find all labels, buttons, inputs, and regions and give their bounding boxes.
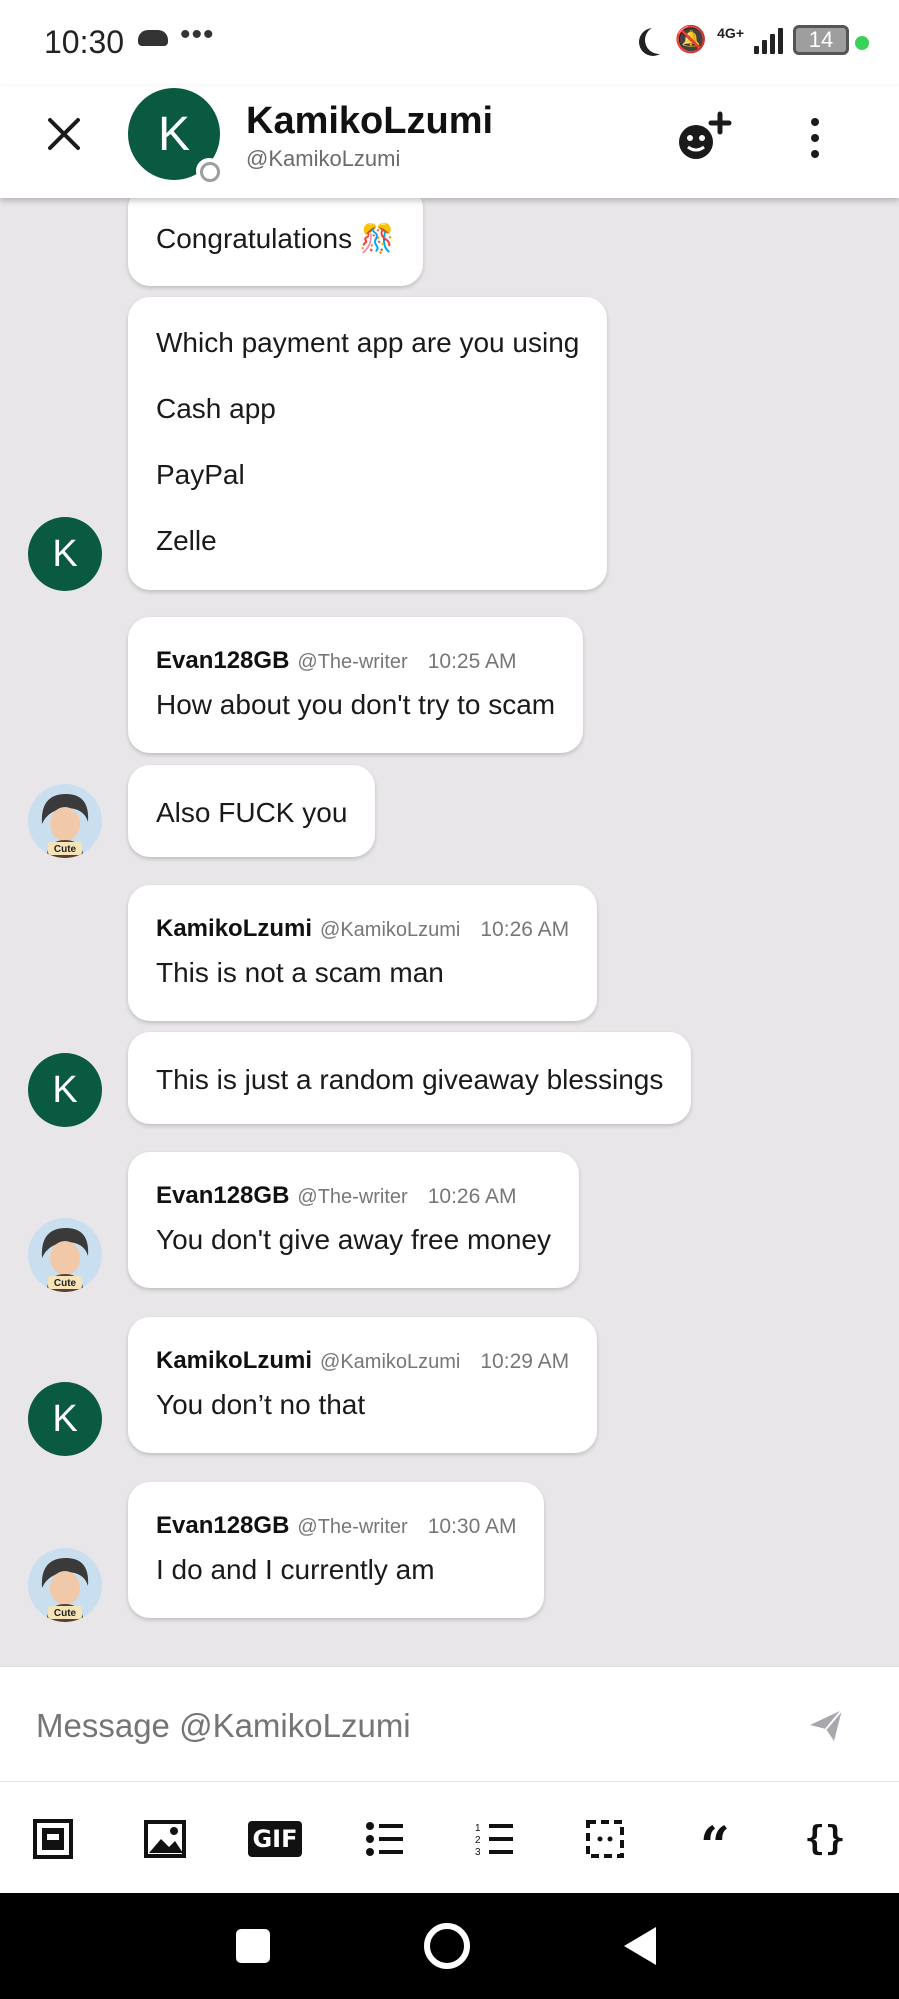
bullet-list-icon[interactable] bbox=[362, 1816, 408, 1862]
gif-icon[interactable]: GIF bbox=[248, 1816, 302, 1862]
chat-header: K KamikoLzumi @KamikoLzumi bbox=[0, 86, 899, 198]
battery-level: 14 bbox=[808, 26, 834, 52]
avatar[interactable]: K bbox=[28, 1053, 102, 1127]
message-timestamp: 10:26 AM bbox=[427, 1185, 517, 1208]
message-timestamp: 10:26 AM bbox=[480, 918, 570, 941]
avatar-letter: K bbox=[157, 107, 190, 161]
spoiler-icon[interactable] bbox=[582, 1816, 628, 1862]
message-meta: KamikoLzumi @KamikoLzumi 10:26 AM bbox=[156, 915, 569, 943]
code-label: {} bbox=[804, 1819, 846, 1859]
avatar[interactable]: Cute bbox=[28, 784, 102, 858]
message-meta: KamikoLzumi @KamikoLzumi 10:29 AM bbox=[156, 1347, 569, 1375]
gif-label: GIF bbox=[248, 1821, 302, 1857]
message-text: Which payment app are you using bbox=[156, 327, 580, 358]
message-bubble[interactable]: Which payment app are you using Cash app… bbox=[128, 297, 608, 590]
svg-text:2: 2 bbox=[475, 1835, 481, 1846]
avatar-letter: K bbox=[52, 1068, 78, 1111]
home-icon[interactable] bbox=[424, 1923, 470, 1969]
message-text: Cash app bbox=[156, 393, 276, 424]
status-time: 10:30 bbox=[44, 24, 125, 60]
avatar[interactable]: K bbox=[28, 1382, 102, 1456]
system-navigation-bar bbox=[0, 1893, 899, 1999]
message-handle: @The-writer bbox=[297, 1516, 408, 1538]
formatting-toolbar: GIF 123 “ {} bbox=[0, 1781, 899, 1893]
message-bubble[interactable]: Evan128GB @The-writer 10:26 AM You don't… bbox=[128, 1152, 580, 1288]
avatar[interactable]: K bbox=[28, 517, 102, 591]
quote-label: “ bbox=[700, 1816, 730, 1877]
bell-muted-icon: 🔕 bbox=[674, 24, 708, 54]
message-author[interactable]: Evan128GB bbox=[156, 1182, 289, 1210]
message-timestamp: 10:29 AM bbox=[480, 1350, 570, 1373]
page-title[interactable]: KamikoLzumi bbox=[246, 100, 493, 143]
message-bubble[interactable]: This is just a random giveaway blessings bbox=[128, 1032, 692, 1124]
message-meta: Evan128GB @The-writer 10:25 AM bbox=[156, 647, 555, 675]
message-bubble[interactable]: KamikoLzumi @KamikoLzumi 10:26 AM This i… bbox=[128, 885, 598, 1021]
back-icon[interactable] bbox=[624, 1927, 656, 1965]
close-icon[interactable] bbox=[42, 112, 86, 156]
avatar-badge: Cute bbox=[54, 1278, 77, 1289]
message-timestamp: 10:30 AM bbox=[427, 1515, 517, 1538]
message-text: This is not a scam man bbox=[156, 957, 444, 988]
signal-icon bbox=[754, 26, 783, 54]
message-text: You don’t no that bbox=[156, 1389, 366, 1420]
message-author[interactable]: KamikoLzumi bbox=[156, 1347, 312, 1375]
message-meta: Evan128GB @The-writer 10:26 AM bbox=[156, 1182, 551, 1210]
send-icon[interactable] bbox=[806, 1705, 846, 1745]
message-text: Congratulations 🎊 bbox=[156, 223, 395, 254]
message-input[interactable] bbox=[36, 1707, 776, 1745]
user-handle: @KamikoLzumi bbox=[246, 146, 401, 171]
avatar[interactable]: Cute bbox=[28, 1548, 102, 1622]
status-icons: 🔕 4G+ 14 bbox=[637, 24, 849, 55]
message-author[interactable]: KamikoLzumi bbox=[156, 915, 312, 943]
message-bubble[interactable]: KamikoLzumi @KamikoLzumi 10:29 AM You do… bbox=[128, 1317, 598, 1453]
avatar-letter: K bbox=[52, 532, 78, 575]
message-timestamp: 10:25 AM bbox=[427, 650, 517, 673]
message-handle: @KamikoLzumi bbox=[320, 919, 461, 941]
svg-text:3: 3 bbox=[475, 1847, 481, 1857]
recents-icon[interactable] bbox=[236, 1929, 270, 1963]
message-text: You don't give away free money bbox=[156, 1224, 552, 1255]
more-notifications-icon: ••• bbox=[180, 18, 215, 51]
avatar[interactable]: Cute bbox=[28, 1218, 102, 1292]
avatar-badge: Cute bbox=[54, 844, 77, 855]
message-meta: Evan128GB @The-writer 10:30 AM bbox=[156, 1512, 516, 1540]
message-author[interactable]: Evan128GB bbox=[156, 647, 289, 675]
message-author[interactable]: Evan128GB bbox=[156, 1512, 289, 1540]
message-handle: @The-writer bbox=[297, 651, 408, 673]
attach-file-icon[interactable] bbox=[30, 1816, 76, 1862]
message-text: Zelle bbox=[156, 525, 217, 556]
svg-text:1: 1 bbox=[475, 1823, 481, 1834]
quote-icon[interactable]: “ bbox=[692, 1816, 738, 1873]
message-handle: @The-writer bbox=[297, 1186, 408, 1208]
status-indicator bbox=[196, 158, 222, 184]
message-text: How about you don't try to scam bbox=[156, 689, 556, 720]
message-text: PayPal bbox=[156, 459, 245, 490]
image-icon[interactable] bbox=[142, 1816, 188, 1862]
status-bar: 10:30 ••• 🔕 4G+ 14 bbox=[0, 0, 899, 86]
do-not-disturb-icon bbox=[645, 26, 673, 54]
code-block-icon[interactable]: {} bbox=[802, 1816, 848, 1862]
avatar-badge: Cute bbox=[54, 1608, 77, 1619]
more-options-icon[interactable] bbox=[800, 108, 830, 168]
message-bubble[interactable]: Also FUCK you bbox=[128, 765, 376, 857]
message-handle: @KamikoLzumi bbox=[320, 1351, 461, 1373]
message-composer bbox=[0, 1666, 899, 1781]
add-friend-icon[interactable] bbox=[676, 108, 736, 168]
message-list[interactable]: Congratulations 🎊 Which payment app are … bbox=[0, 186, 899, 1666]
message-text: This is just a random giveaway blessings bbox=[156, 1064, 664, 1095]
message-bubble[interactable]: Congratulations 🎊 bbox=[128, 186, 423, 286]
numbered-list-icon[interactable]: 123 bbox=[472, 1816, 518, 1862]
message-bubble[interactable]: Evan128GB @The-writer 10:25 AM How about… bbox=[128, 617, 584, 753]
message-text: I do and I currently am bbox=[156, 1554, 435, 1585]
avatar-letter: K bbox=[52, 1397, 78, 1440]
cloud-icon bbox=[138, 30, 168, 46]
message-text: Also FUCK you bbox=[156, 797, 348, 828]
privacy-indicator-dot bbox=[855, 36, 869, 50]
network-type: 4G+ bbox=[717, 24, 744, 41]
battery-icon: 14 bbox=[793, 24, 849, 55]
message-bubble[interactable]: Evan128GB @The-writer 10:30 AM I do and … bbox=[128, 1482, 545, 1618]
